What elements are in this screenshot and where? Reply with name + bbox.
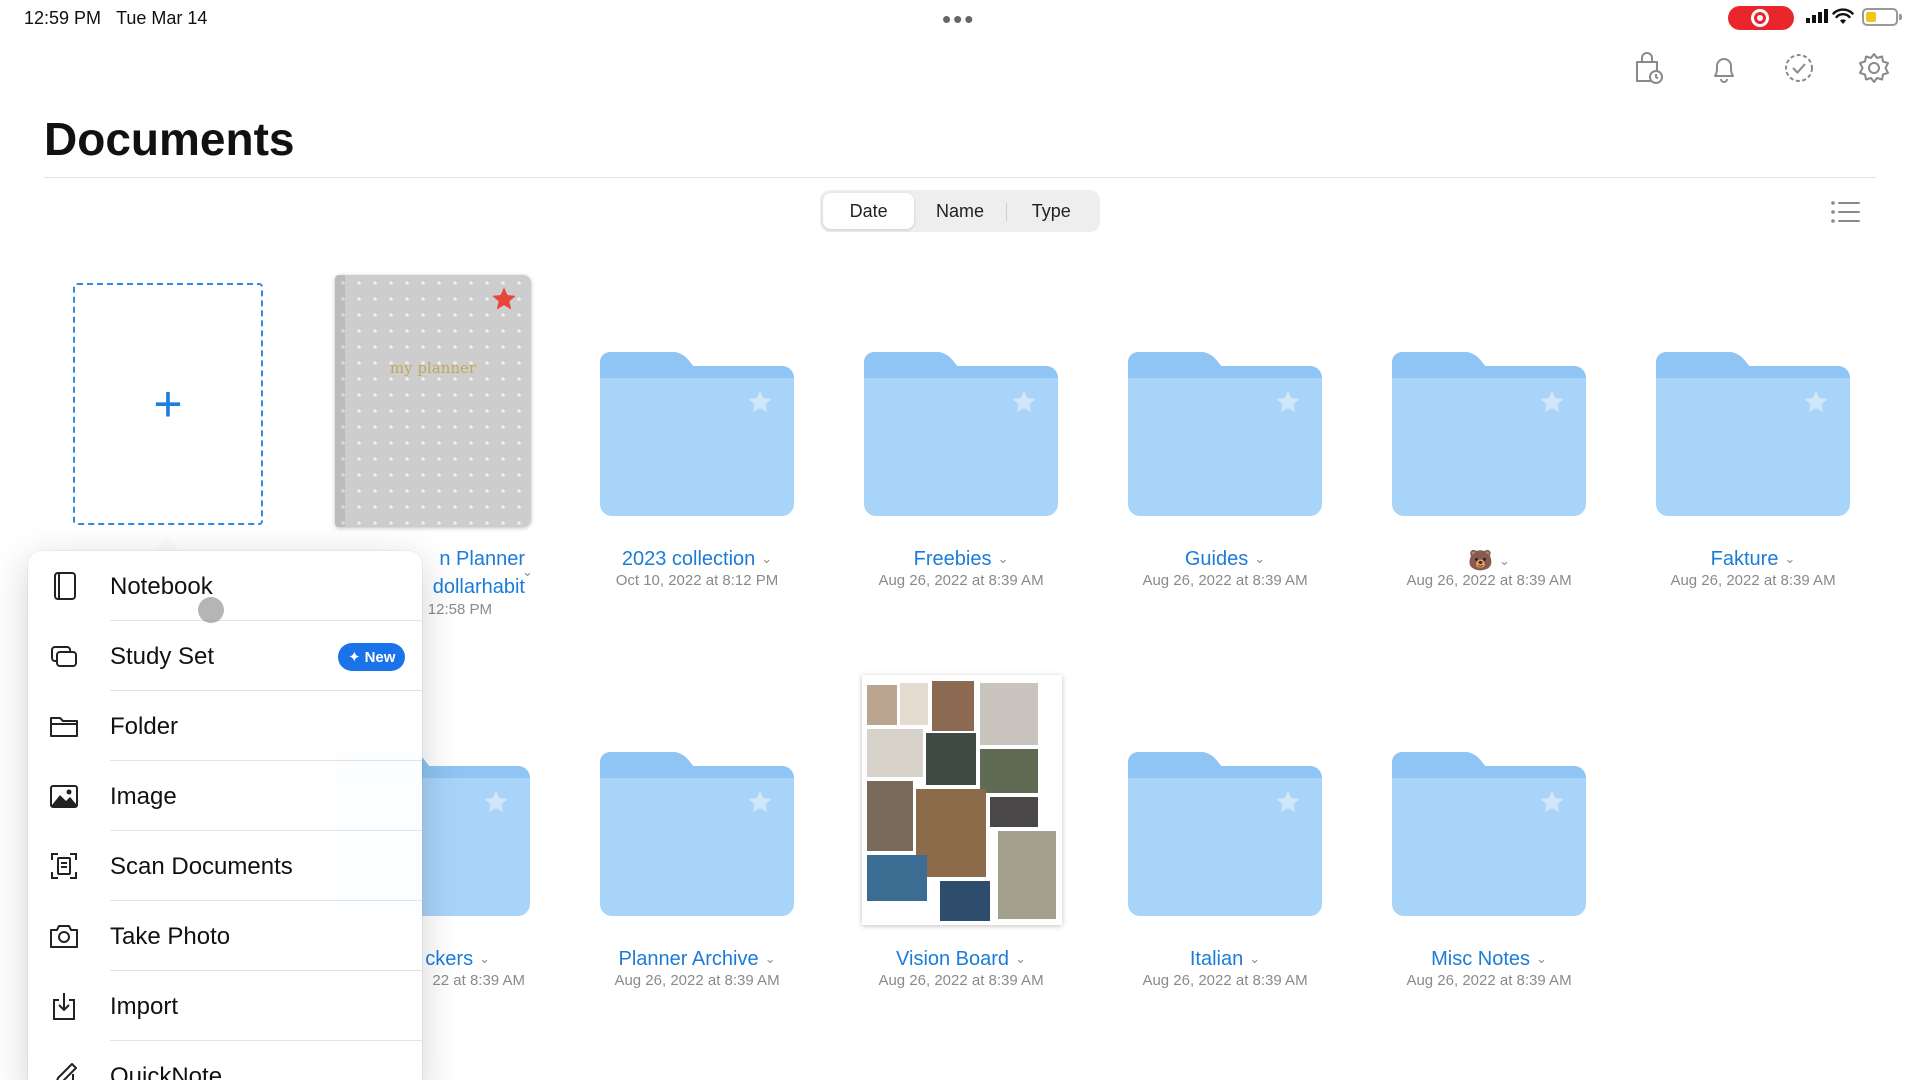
chevron-down-icon: ⌄: [997, 551, 1009, 566]
chevron-down-icon: ⌄: [1499, 553, 1510, 568]
menu-item-folder[interactable]: Folder: [28, 691, 422, 761]
favorite-star-icon[interactable]: [490, 285, 518, 313]
header-divider: [44, 177, 1876, 178]
list-view-icon[interactable]: [1830, 200, 1862, 224]
folder-planner-archive[interactable]: [600, 752, 794, 920]
popover-caret: [154, 536, 180, 552]
folder-date: Aug 26, 2022 at 8:39 AM: [878, 972, 1044, 989]
new-badge: ✦ New: [338, 643, 406, 671]
folder-name[interactable]: Vision Board ⌄: [846, 948, 1076, 971]
star-outline-icon[interactable]: [746, 388, 774, 416]
menu-item-take-photo[interactable]: Take Photo: [28, 901, 422, 971]
vision-board-thumbnail[interactable]: [862, 675, 1062, 925]
folder-name[interactable]: Guides ⌄: [1110, 548, 1340, 571]
folder-bear[interactable]: [1392, 352, 1586, 520]
star-outline-icon[interactable]: [482, 788, 510, 816]
chevron-down-icon: ⌄: [1015, 951, 1026, 966]
folder-name[interactable]: Fakture ⌄: [1638, 548, 1868, 571]
folder-freebies[interactable]: [864, 352, 1058, 520]
folder-date: Aug 26, 2022 at 8:39 AM: [1670, 572, 1836, 589]
create-new-menu: Notebook Study Set ✦ New Folder Image Sca…: [28, 551, 422, 1080]
chevron-down-icon[interactable]: ⌄: [522, 564, 533, 580]
sparkle-icon: ✦: [348, 649, 361, 666]
bell-icon[interactable]: [1706, 50, 1742, 86]
folder-date: Aug 26, 2022 at 8:39 AM: [614, 972, 780, 989]
folder-name[interactable]: Italian ⌄: [1110, 948, 1340, 971]
import-icon: [53, 993, 75, 1020]
multitasking-dots[interactable]: •••: [942, 4, 975, 35]
star-outline-icon[interactable]: [1274, 788, 1302, 816]
cover-title: my planner: [389, 359, 477, 377]
folder-name[interactable]: Planner Archive ⌄: [582, 948, 812, 971]
gear-icon[interactable]: [1856, 50, 1892, 86]
folder-italian[interactable]: [1128, 752, 1322, 920]
star-outline-icon[interactable]: [1802, 388, 1830, 416]
wifi-icon: [1832, 8, 1854, 24]
touch-indicator: [198, 597, 224, 623]
check-circle-icon[interactable]: [1781, 50, 1817, 86]
status-time: 12:59 PM Tue Mar 14: [24, 8, 208, 28]
folder-guides[interactable]: [1128, 352, 1322, 520]
menu-item-notebook[interactable]: Notebook: [28, 551, 422, 621]
cellular-signal-icon: [1806, 9, 1828, 23]
page-title: Documents: [44, 113, 295, 165]
image-icon: [50, 785, 78, 808]
sort-name-button[interactable]: Name: [914, 193, 1005, 229]
folder-icon: [50, 717, 78, 737]
battery-icon: [1862, 8, 1902, 26]
sort-segmented-control: Date Name Type: [820, 190, 1100, 232]
folder-date: Oct 10, 2022 at 8:12 PM: [615, 572, 779, 589]
quicknote-icon: [56, 1063, 77, 1080]
folder-date: Aug 26, 2022 at 8:39 AM: [1142, 572, 1308, 589]
star-outline-icon[interactable]: [1538, 388, 1566, 416]
menu-item-study-set[interactable]: Study Set ✦ New: [28, 621, 422, 691]
scan-document-icon: [51, 853, 77, 879]
folder-date: Aug 26, 2022 at 8:39 AM: [1142, 972, 1308, 989]
notebook-cover-my-planner[interactable]: my planner: [335, 275, 531, 527]
chevron-down-icon: ⌄: [1254, 551, 1266, 566]
folder-2023-collection[interactable]: [600, 352, 794, 520]
folder-name[interactable]: 2023 collection ⌄: [582, 548, 812, 571]
folder-date: Aug 26, 2022 at 8:39 AM: [1406, 972, 1572, 989]
plus-icon: +: [153, 376, 183, 432]
sort-date-button[interactable]: Date: [823, 193, 915, 229]
folder-name[interactable]: Freebies ⌄: [846, 548, 1076, 571]
folder-date: Aug 26, 2022 at 8:39 AM: [1406, 572, 1572, 589]
chevron-down-icon: ⌄: [1249, 951, 1261, 966]
folder-name[interactable]: 🐻 ⌄: [1374, 548, 1604, 573]
star-outline-icon[interactable]: [1010, 388, 1038, 416]
menu-item-quicknote[interactable]: QuickNote: [28, 1041, 422, 1080]
folder-fakture[interactable]: [1656, 352, 1850, 520]
chevron-down-icon: ⌄: [1536, 951, 1547, 966]
menu-item-scan-documents[interactable]: Scan Documents: [28, 831, 422, 901]
menu-item-image[interactable]: Image: [28, 761, 422, 831]
star-outline-icon[interactable]: [1274, 388, 1302, 416]
chevron-down-icon: ⌄: [761, 551, 773, 566]
status-bar: 12:59 PM Tue Mar 14 •••: [0, 0, 1920, 36]
chevron-down-icon: ⌄: [764, 951, 776, 966]
notebook-icon: [54, 572, 76, 600]
folder-date: Aug 26, 2022 at 8:39 AM: [878, 572, 1044, 589]
new-document-tile[interactable]: +: [73, 283, 263, 525]
screen-record-indicator[interactable]: [1728, 6, 1794, 30]
shopping-bag-clock-icon[interactable]: [1630, 50, 1666, 86]
star-outline-icon[interactable]: [1538, 788, 1566, 816]
study-set-cards-icon: [51, 646, 77, 667]
star-outline-icon[interactable]: [746, 788, 774, 816]
chevron-down-icon: ⌄: [1784, 551, 1796, 566]
bear-emoji-icon: 🐻: [1468, 550, 1493, 572]
camera-icon: [50, 925, 78, 948]
chevron-down-icon: ⌄: [479, 951, 490, 966]
folder-misc-notes[interactable]: [1392, 752, 1586, 920]
menu-item-import[interactable]: Import: [28, 971, 422, 1041]
sort-type-button[interactable]: Type: [1005, 193, 1097, 229]
folder-name[interactable]: Misc Notes ⌄: [1374, 948, 1604, 971]
